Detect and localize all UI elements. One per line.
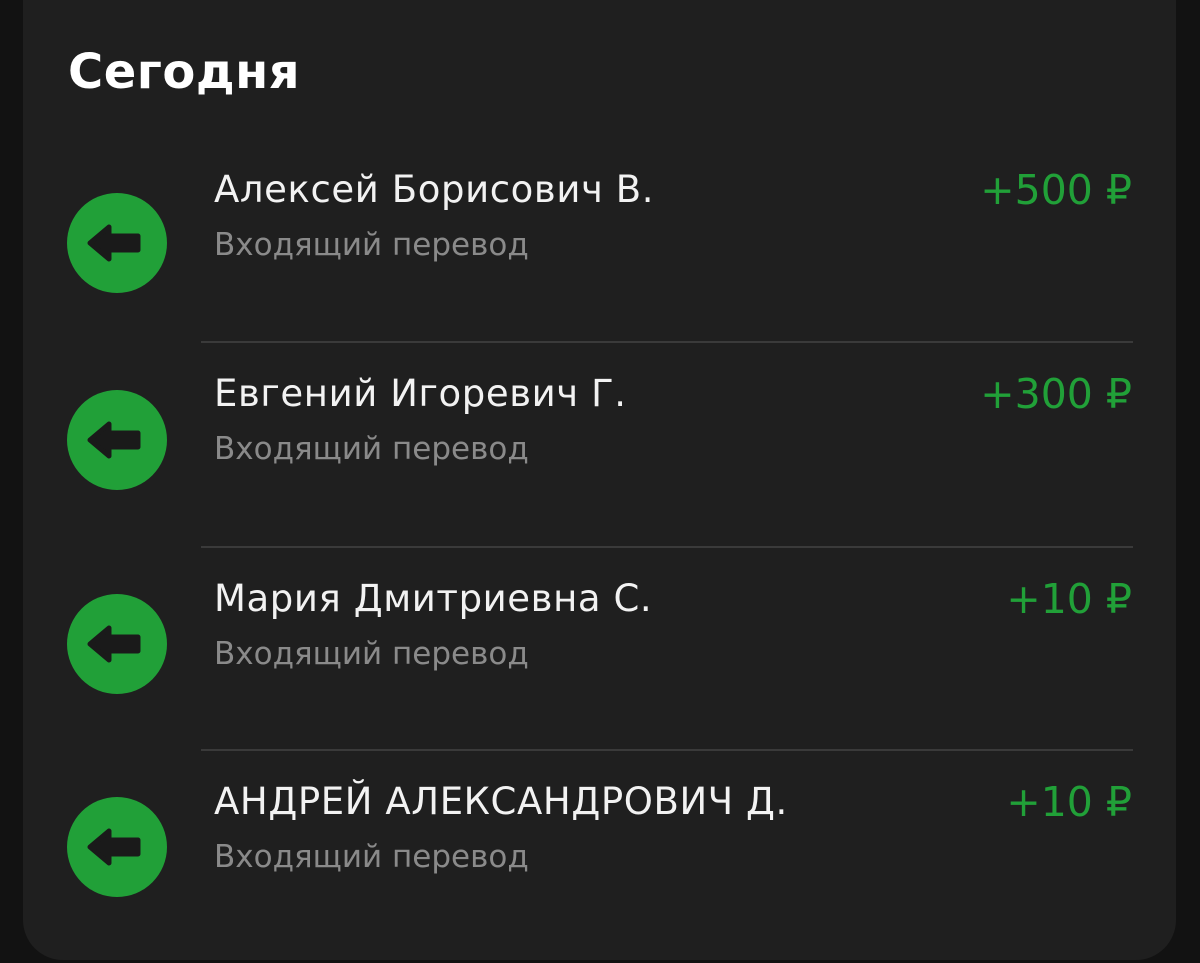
transaction-type: Входящий перевод <box>214 227 529 263</box>
transaction-row[interactable]: Евгений Игоревич Г. Входящий перевод +30… <box>0 351 1200 555</box>
incoming-arrow-icon <box>67 193 167 293</box>
sender-name: Алексей Борисович В. <box>214 168 655 211</box>
transaction-amount: +10 ₽ <box>1006 778 1132 826</box>
row-divider <box>201 341 1133 343</box>
transaction-row[interactable]: Алексей Борисович В. Входящий перевод +5… <box>0 147 1200 351</box>
transaction-amount: +10 ₽ <box>1006 575 1132 623</box>
row-divider <box>201 546 1133 548</box>
row-divider <box>201 749 1133 751</box>
section-title: Сегодня <box>68 44 301 100</box>
transaction-amount: +300 ₽ <box>980 370 1132 418</box>
incoming-arrow-icon <box>67 797 167 897</box>
transaction-type: Входящий перевод <box>214 431 529 467</box>
incoming-arrow-icon <box>67 390 167 490</box>
transaction-type: Входящий перевод <box>214 636 529 672</box>
sender-name: Мария Дмитриевна С. <box>214 577 653 620</box>
sender-name: Евгений Игоревич Г. <box>214 372 627 415</box>
transaction-row[interactable]: АНДРЕЙ АЛЕКСАНДРОВИЧ Д. Входящий перевод… <box>0 759 1200 963</box>
sender-name: АНДРЕЙ АЛЕКСАНДРОВИЧ Д. <box>214 780 788 823</box>
transaction-amount: +500 ₽ <box>980 166 1132 214</box>
transaction-row[interactable]: Мария Дмитриевна С. Входящий перевод +10… <box>0 556 1200 760</box>
transaction-type: Входящий перевод <box>214 839 529 875</box>
incoming-arrow-icon <box>67 594 167 694</box>
